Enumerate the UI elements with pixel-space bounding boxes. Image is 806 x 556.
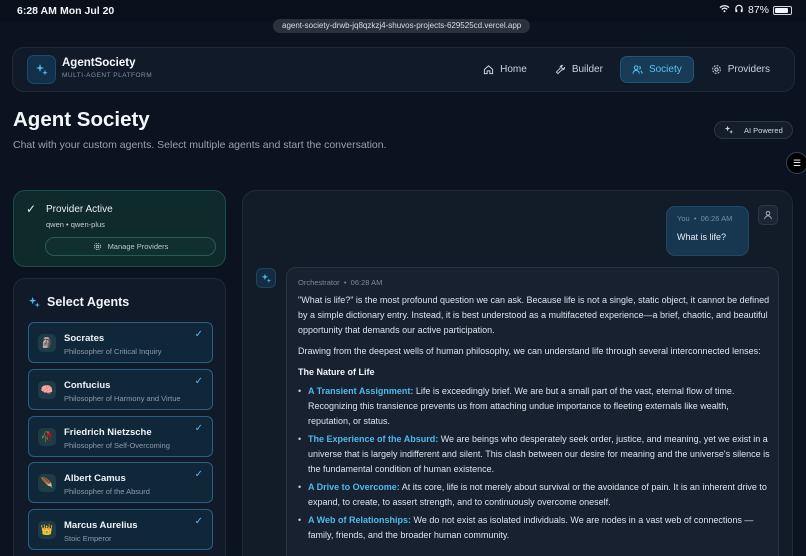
agent-name: Albert Camus <box>64 473 126 484</box>
agent-avatar-icon: 👑 <box>38 521 56 539</box>
url-bar[interactable]: agent-society-drwb-jq8qzkzj4-shuvos-proj… <box>273 19 531 33</box>
check-icon: ✓ <box>194 376 203 387</box>
nav-providers[interactable]: Providers <box>700 56 781 83</box>
nav-menu: Home Builder Society Providers <box>472 56 781 83</box>
agent-card-socrates[interactable]: 🗿 Socrates Philosopher of Critical Inqui… <box>28 322 213 363</box>
sparkles-logo-icon[interactable] <box>27 55 56 84</box>
check-icon: ✓ <box>194 423 203 434</box>
battery-icon <box>773 5 792 15</box>
check-icon: ✓ <box>194 469 203 480</box>
orchestrator-message: Orchestrator • 06:28 AM "What is life?" … <box>286 267 779 556</box>
user-message: You • 06:26 AM What is life? <box>666 206 749 256</box>
agent-description: Philosopher of Self-Overcoming <box>64 441 170 450</box>
wifi-icon <box>719 4 730 16</box>
message-body: "What is life?" is the most profound que… <box>298 293 770 546</box>
list-item: A Web of Relationships: We do not exist … <box>298 513 770 543</box>
agent-name: Friedrich Nietzsche <box>64 427 152 438</box>
sparkles-icon <box>28 296 40 308</box>
agent-description: Philosopher of the Absurd <box>64 487 150 496</box>
status-indicators: 87% <box>719 4 792 16</box>
agents-heading: Select Agents <box>28 295 129 309</box>
paragraph: Drawing from the deepest wells of human … <box>298 346 761 356</box>
agent-card-camus[interactable]: 🪶 Albert Camus Philosopher of the Absurd… <box>28 462 213 503</box>
headphones-icon <box>734 4 744 16</box>
provider-model: qwen • qwen-plus <box>46 220 105 229</box>
agent-avatar-icon: 🪶 <box>38 474 56 492</box>
provider-status-card: ✓ Provider Active qwen • qwen-plus Manag… <box>13 190 226 267</box>
section-heading: The Nature of Life <box>298 367 375 377</box>
bullet-list: A Transient Assignment: Life is exceedin… <box>298 384 770 543</box>
message-meta: You • 06:26 AM <box>677 214 733 223</box>
list-item: A Drive to Overcome: At its core, life i… <box>298 480 770 510</box>
agent-description: Philosopher of Harmony and Virtue <box>64 394 181 403</box>
status-date: Mon Jul 20 <box>60 5 115 17</box>
agent-description: Stoic Emperor <box>64 534 112 543</box>
brand: AgentSociety MULTI-AGENT PLATFORM <box>62 57 152 79</box>
agent-name: Socrates <box>64 333 105 344</box>
agent-description: Philosopher of Critical Inquiry <box>64 347 162 356</box>
nav-society[interactable]: Society <box>619 56 694 83</box>
wrench-icon <box>555 64 565 75</box>
paragraph: "What is life?" is the most profound que… <box>298 295 770 335</box>
brand-tagline: MULTI-AGENT PLATFORM <box>62 72 153 79</box>
agent-card-confucius[interactable]: 🧠 Confucius Philosopher of Harmony and V… <box>28 369 213 410</box>
check-icon: ✓ <box>194 329 203 340</box>
agent-card-nietzsche[interactable]: 🥀 Friedrich Nietzsche Philosopher of Sel… <box>28 416 213 457</box>
page-title: Agent Society <box>13 108 150 131</box>
list-item: The Experience of the Absurd: We are bei… <box>298 432 770 477</box>
nav-builder[interactable]: Builder <box>544 56 614 83</box>
status-time: 6:28 AM <box>17 5 57 17</box>
sparkles-icon <box>724 125 734 134</box>
check-icon: ✓ <box>26 202 37 216</box>
agent-name: Confucius <box>64 380 111 391</box>
select-agents-panel: Select Agents 🗿 Socrates Philosopher of … <box>13 278 226 556</box>
gear-icon <box>711 65 721 74</box>
message-text: What is life? <box>677 232 727 242</box>
top-navbar: AgentSociety MULTI-AGENT PLATFORM Home B… <box>12 47 795 92</box>
agent-avatar-icon: 🗿 <box>38 334 56 352</box>
brand-name: AgentSociety <box>62 57 136 69</box>
nav-home[interactable]: Home <box>472 56 538 83</box>
home-icon <box>483 65 494 75</box>
agent-avatar-icon: 🥀 <box>38 428 56 446</box>
battery-percent: 87% <box>747 4 769 16</box>
user-icon <box>758 205 778 225</box>
provider-title: Provider Active <box>46 204 113 215</box>
gear-icon <box>93 242 101 251</box>
message-meta: Orchestrator • 06:28 AM <box>298 278 383 287</box>
sidebar-toggle-icon[interactable]: ☰ <box>786 152 806 174</box>
orchestrator-sparkles-icon <box>256 268 276 288</box>
agent-avatar-icon: 🧠 <box>38 381 56 399</box>
check-icon: ✓ <box>194 516 203 527</box>
agent-card-marcus-aurelius[interactable]: 👑 Marcus Aurelius Stoic Emperor ✓ <box>28 509 213 550</box>
agent-name: Marcus Aurelius <box>64 520 138 531</box>
list-item: A Transient Assignment: Life is exceedin… <box>298 384 770 429</box>
manage-providers-button[interactable]: Manage Providers <box>45 237 216 256</box>
users-icon <box>632 65 643 74</box>
ai-powered-badge: AI Powered <box>714 121 793 139</box>
page-subtitle: Chat with your custom agents. Select mul… <box>13 139 387 151</box>
